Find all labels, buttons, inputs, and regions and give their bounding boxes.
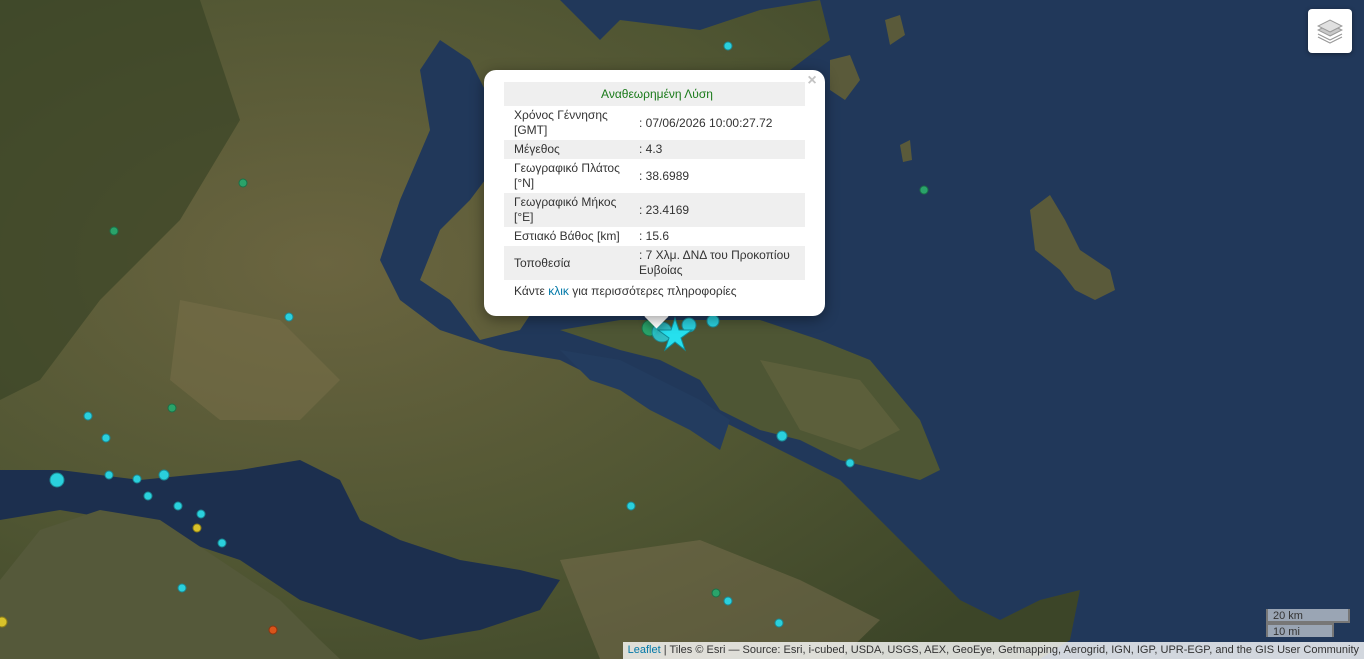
event-marker: [711, 588, 721, 598]
event-info-table: Αναθεωρημένη Λύση Χρόνος Γέννησης [GMT] …: [504, 82, 805, 280]
info-value: : 7 Χλμ. ΔΝΔ του Προκοπίου Ευβοίας: [634, 246, 805, 280]
event-marker: [192, 523, 202, 533]
leaflet-link[interactable]: Leaflet: [628, 644, 661, 656]
event-marker: [167, 403, 177, 413]
event-marker: [101, 433, 111, 443]
info-row-latitude: Γεωγραφικό Πλάτος [°N] : 38.6989: [504, 159, 805, 193]
event-marker: [706, 314, 720, 328]
info-value: : 07/06/2026 10:00:27.72: [639, 115, 773, 130]
info-label: Μέγεθος: [504, 140, 634, 159]
info-row-location: Τοποθεσία : 7 Χλμ. ΔΝΔ του Προκοπίου Ευβ…: [504, 246, 805, 280]
info-value: : 38.6989: [639, 168, 690, 183]
scale-km: 20 km: [1266, 609, 1350, 623]
layers-icon: [1317, 19, 1343, 44]
info-value: : 15.6: [639, 229, 670, 243]
event-marker: [284, 312, 294, 322]
info-row-magnitude: Μέγεθος : 4.3: [504, 140, 805, 159]
event-marker: [177, 583, 187, 593]
event-marker: [919, 185, 929, 195]
info-value: : 23.4169: [634, 193, 805, 227]
event-marker: [238, 178, 248, 188]
event-marker: [776, 430, 788, 442]
info-label: Γεωγραφικό Μήκος [°E]: [504, 193, 634, 227]
event-popup: × Αναθεωρημένη Λύση Χρόνος Γέννησης [GMT…: [484, 70, 825, 316]
scale-mi: 10 mi: [1266, 623, 1334, 638]
info-row-origin-time: Χρόνος Γέννησης [GMT] : 07/06/2026 10:00…: [504, 106, 805, 140]
event-marker: [104, 470, 114, 480]
event-marker: [132, 474, 142, 484]
more-info-link[interactable]: κλικ: [548, 284, 569, 298]
more-info-line: Κάντε κλικ για περισσότερες πληροφορίες: [504, 284, 805, 299]
map-scale: 20 km 10 mi: [1266, 609, 1350, 638]
event-marker: [173, 501, 183, 511]
event-marker: [217, 538, 227, 548]
layers-control-button[interactable]: [1308, 9, 1352, 53]
info-value: : 4.3: [634, 140, 805, 159]
event-marker: [723, 596, 733, 606]
event-marker: [626, 501, 636, 511]
event-marker: [774, 618, 784, 628]
info-label: Εστιακό Βάθος [km]: [514, 229, 620, 243]
map-attribution: Leaflet | Tiles © Esri — Source: Esri, i…: [622, 642, 1364, 659]
info-label: Τοποθεσία: [504, 246, 634, 280]
event-marker: [49, 472, 65, 488]
more-info-suffix: για περισσότερες πληροφορίες: [568, 284, 737, 298]
popup-close-button[interactable]: ×: [805, 73, 819, 89]
event-marker: [158, 469, 170, 481]
info-row-longitude: Γεωγραφικό Μήκος [°E] : 23.4169: [504, 193, 805, 227]
info-row-depth: Εστιακό Βάθος [km] : 15.6: [504, 227, 805, 246]
popup-title: Αναθεωρημένη Λύση: [504, 82, 805, 106]
event-marker: [109, 226, 119, 236]
event-marker: [83, 411, 93, 421]
event-marker: [143, 491, 153, 501]
event-marker: [723, 41, 733, 51]
event-marker: [268, 625, 278, 635]
event-marker: [0, 616, 8, 628]
event-marker: [196, 509, 206, 519]
attribution-text: Tiles © Esri — Source: Esri, i-cubed, US…: [669, 644, 1359, 656]
info-label: Γεωγραφικό Πλάτος [°N]: [514, 161, 620, 190]
event-marker: [845, 458, 855, 468]
more-info-prefix: Κάντε: [514, 284, 549, 298]
info-label: Χρόνος Γέννησης [GMT]: [514, 108, 608, 137]
